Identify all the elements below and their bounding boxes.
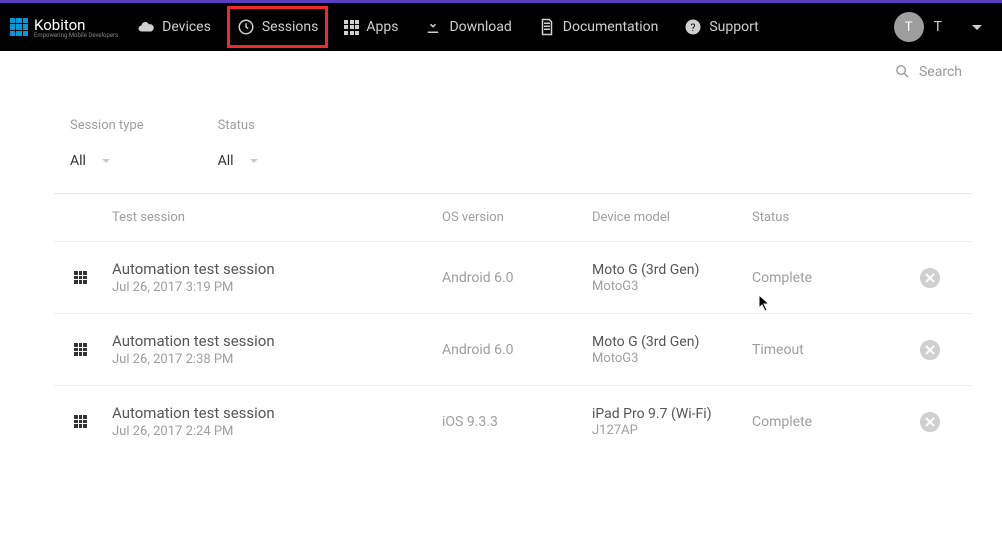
session-date: Jul 26, 2017 2:38 PM: [112, 352, 442, 367]
table-header: Test session OS version Device model Sta…: [54, 194, 972, 241]
search-label: Search: [919, 64, 962, 80]
nav-download-label: Download: [449, 19, 511, 35]
clock-icon: [237, 18, 255, 36]
filter-session-type-label: Session type: [70, 118, 144, 133]
device-model: Moto G (3rd Gen): [592, 262, 752, 278]
nav-devices-label: Devices: [162, 19, 211, 35]
main-nav: Devices Sessions Apps Download Documenta…: [124, 3, 772, 51]
svg-text:?: ?: [691, 21, 696, 34]
session-os: Android 6.0: [442, 270, 592, 286]
close-icon: [925, 345, 935, 355]
session-panel: Session type All Status All Test session…: [54, 110, 972, 457]
chevron-down-icon: [972, 25, 982, 30]
nav-documentation[interactable]: Documentation: [525, 3, 672, 51]
filter-status-value: All: [218, 153, 234, 169]
device-model-code: MotoG3: [592, 279, 752, 294]
document-icon: [538, 18, 556, 36]
session-name: Automation test session: [112, 404, 442, 422]
grid-icon: [344, 20, 359, 35]
device-model-code: J127AP: [592, 423, 752, 438]
nav-apps[interactable]: Apps: [331, 3, 411, 51]
session-os: iOS 9.3.3: [442, 414, 592, 430]
nav-apps-label: Apps: [366, 19, 398, 35]
table-row[interactable]: Automation test session Jul 26, 2017 2:3…: [54, 313, 972, 385]
chevron-down-icon: [250, 159, 258, 163]
session-name: Automation test session: [112, 260, 442, 278]
filter-session-type-select[interactable]: All: [70, 153, 144, 169]
session-icon: [74, 415, 87, 428]
cloud-icon: [137, 18, 155, 36]
device-model: iPad Pro 9.7 (Wi-Fi): [592, 406, 752, 422]
col-status: Status: [752, 210, 892, 225]
nav-support-label: Support: [709, 19, 758, 35]
session-status: Complete: [752, 270, 892, 286]
close-icon: [925, 273, 935, 283]
device-model-code: MotoG3: [592, 351, 752, 366]
col-os-version: OS version: [442, 210, 592, 225]
filter-status: Status All: [218, 118, 258, 169]
session-name: Automation test session: [112, 332, 442, 350]
filter-bar: Session type All Status All: [54, 110, 972, 193]
topbar: Kobiton Empowering Mobile Developers Dev…: [0, 3, 1002, 51]
session-date: Jul 26, 2017 2:24 PM: [112, 424, 442, 439]
filter-session-type-value: All: [70, 153, 86, 169]
download-icon: [424, 18, 442, 36]
chevron-down-icon: [102, 159, 110, 163]
session-icon: [74, 271, 87, 284]
col-test-session: Test session: [112, 210, 442, 225]
filter-session-type: Session type All: [70, 118, 144, 169]
device-model: Moto G (3rd Gen): [592, 334, 752, 350]
table-row[interactable]: Automation test session Jul 26, 2017 3:1…: [54, 241, 972, 313]
search-bar: Search: [0, 51, 1002, 86]
brand-tagline: Empowering Mobile Developers: [34, 32, 118, 39]
delete-button[interactable]: [920, 268, 940, 288]
nav-sessions[interactable]: Sessions: [224, 3, 332, 51]
user-name: T: [934, 19, 942, 35]
nav-documentation-label: Documentation: [563, 19, 659, 35]
session-os: Android 6.0: [442, 342, 592, 358]
help-icon: ?: [684, 18, 702, 36]
close-icon: [925, 417, 935, 427]
brand-logo[interactable]: Kobiton Empowering Mobile Developers: [10, 16, 118, 39]
table-row[interactable]: Automation test session Jul 26, 2017 2:2…: [54, 385, 972, 457]
brand-logo-icon: [10, 18, 28, 36]
session-date: Jul 26, 2017 3:19 PM: [112, 280, 442, 295]
table-body: Automation test session Jul 26, 2017 3:1…: [54, 241, 972, 457]
nav-support[interactable]: ? Support: [671, 3, 771, 51]
delete-button[interactable]: [920, 340, 940, 360]
user-menu[interactable]: T T: [894, 12, 992, 42]
nav-download[interactable]: Download: [411, 3, 524, 51]
session-status: Timeout: [752, 342, 892, 358]
delete-button[interactable]: [920, 412, 940, 432]
session-icon: [74, 343, 87, 356]
session-status: Complete: [752, 414, 892, 430]
search-input[interactable]: Search: [894, 63, 962, 80]
nav-devices[interactable]: Devices: [124, 3, 224, 51]
filter-status-select[interactable]: All: [218, 153, 258, 169]
filter-status-label: Status: [218, 118, 258, 133]
col-device-model: Device model: [592, 210, 752, 225]
avatar: T: [894, 12, 924, 42]
search-icon: [894, 63, 911, 80]
nav-sessions-label: Sessions: [262, 19, 319, 35]
